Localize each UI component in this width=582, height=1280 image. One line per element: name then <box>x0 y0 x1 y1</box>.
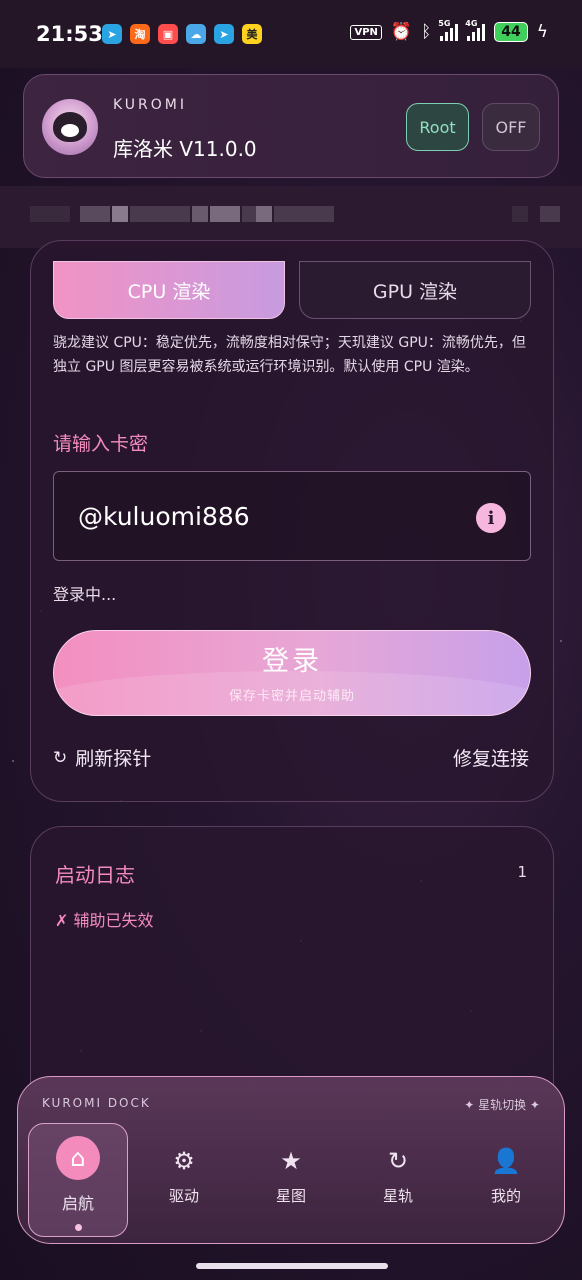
info-icon[interactable]: i <box>476 503 506 533</box>
refresh-probe-label: 刷新探针 <box>75 748 152 770</box>
telegram-icon-2: ➤ <box>214 24 234 44</box>
render-hint-text: 骁龙建议 CPU：稳定优先，流畅度相对保守；天玑建议 GPU：流畅优先，但独立 … <box>53 335 526 375</box>
gear-icon: ⚙ <box>173 1147 195 1175</box>
card-key-label: 请输入卡密 <box>53 433 149 455</box>
card-key-value: @kuluomi886 <box>78 502 250 531</box>
login-card: CPU 渲染 GPU 渲染 骁龙建议 CPU：稳定优先，流畅度相对保守；天玑建议… <box>30 240 554 802</box>
network-4g-label: 4G <box>465 19 478 28</box>
dock-item-star-map[interactable]: ★ 星图 <box>241 1123 341 1237</box>
status-time: 21:53 <box>36 22 103 46</box>
login-button-label: 登录 <box>262 646 322 677</box>
dock-item-label: 我的 <box>490 1187 521 1205</box>
gesture-home-bar[interactable] <box>196 1263 388 1269</box>
brand-name: KUROMI <box>113 97 188 113</box>
card-key-input[interactable]: @kuluomi886 i <box>53 471 531 561</box>
login-button[interactable]: 登录 保存卡密并启动辅助 <box>53 630 531 716</box>
tab-gpu-render[interactable]: GPU 渲染 <box>299 261 531 319</box>
app-version: 库洛米 V11.0.0 <box>113 137 257 161</box>
star-icon: ★ <box>280 1147 302 1175</box>
dock-item-label: 星轨 <box>382 1187 413 1205</box>
track-switch-button[interactable]: ✦ 星轨切换 ✦ <box>464 1096 540 1113</box>
notification-app-icons: ➤ 淘 ▣ ☁ ➤ 美 <box>102 24 262 44</box>
signal-5g-icon: 5G <box>438 19 459 41</box>
repair-connection-button[interactable]: 修复连接 <box>453 744 529 771</box>
charging-icon: ϟ <box>536 21 548 42</box>
battery-indicator: 44 <box>494 22 528 42</box>
user-icon: 👤 <box>491 1147 521 1175</box>
dock-item-launch[interactable]: ⌂ 启航 <box>28 1123 128 1237</box>
render-mode-tabs: CPU 渲染 GPU 渲染 <box>53 261 531 319</box>
log-entry: ✗ 辅助已失效 <box>55 911 154 930</box>
refresh-icon: ↻ <box>387 1147 409 1175</box>
bluetooth-icon: ᛒ <box>421 21 432 42</box>
login-status-text: 登录中... <box>53 585 117 604</box>
dock-item-label: 驱动 <box>168 1187 199 1205</box>
dock-item-driver[interactable]: ⚙ 驱动 <box>134 1123 234 1237</box>
taobao-icon: 淘 <box>130 24 150 44</box>
tab-cpu-render[interactable]: CPU 渲染 <box>53 261 285 319</box>
app-header-card: KUROMI 库洛米 V11.0.0 Root OFF <box>23 74 559 178</box>
dock-brand: KUROMI DOCK <box>42 1096 151 1110</box>
status-indicators: VPN ⏰ ᛒ 5G 4G 44 ϟ <box>350 19 548 42</box>
pixelated-overlay <box>0 186 582 248</box>
dock-nav: ⌂ 启航 ⚙ 驱动 ★ 星图 ↻ 星轨 👤 我的 <box>26 1123 556 1237</box>
network-5g-label: 5G <box>438 19 451 28</box>
home-icon: ⌂ <box>56 1136 100 1180</box>
signal-4g-icon: 4G <box>465 19 486 41</box>
active-indicator <box>74 1224 82 1231</box>
off-button[interactable]: OFF <box>482 103 540 151</box>
log-title: 启动日志 <box>55 863 135 887</box>
dock-item-star-track[interactable]: ↻ 星轨 <box>348 1123 448 1237</box>
alarm-icon: ⏰ <box>390 21 413 42</box>
dock-item-profile[interactable]: 👤 我的 <box>456 1123 556 1237</box>
dock-item-label: 星图 <box>275 1187 306 1205</box>
kuromi-avatar-icon <box>53 112 87 142</box>
status-bar: 21:53 ➤ 淘 ▣ ☁ ➤ 美 VPN ⏰ ᛒ 5G 4G 44 ϟ <box>0 0 582 68</box>
login-button-subtitle: 保存卡密并启动辅助 <box>228 689 355 704</box>
root-button[interactable]: Root <box>406 103 469 151</box>
avatar <box>42 99 98 155</box>
vpn-badge: VPN <box>350 24 382 40</box>
weather-icon: ☁ <box>186 24 206 44</box>
dock-item-label: 启航 <box>61 1194 94 1213</box>
log-count: 1 <box>517 863 527 881</box>
refresh-icon: ↻ <box>53 747 68 768</box>
shopping-app-icon: ▣ <box>158 24 178 44</box>
refresh-probe-button[interactable]: ↻ 刷新探针 <box>53 744 151 771</box>
telegram-icon: ➤ <box>102 24 122 44</box>
bottom-dock: KUROMI DOCK ✦ 星轨切换 ✦ ⌂ 启航 ⚙ 驱动 ★ 星图 ↻ 星轨… <box>17 1076 565 1244</box>
meituan-icon: 美 <box>242 24 262 44</box>
